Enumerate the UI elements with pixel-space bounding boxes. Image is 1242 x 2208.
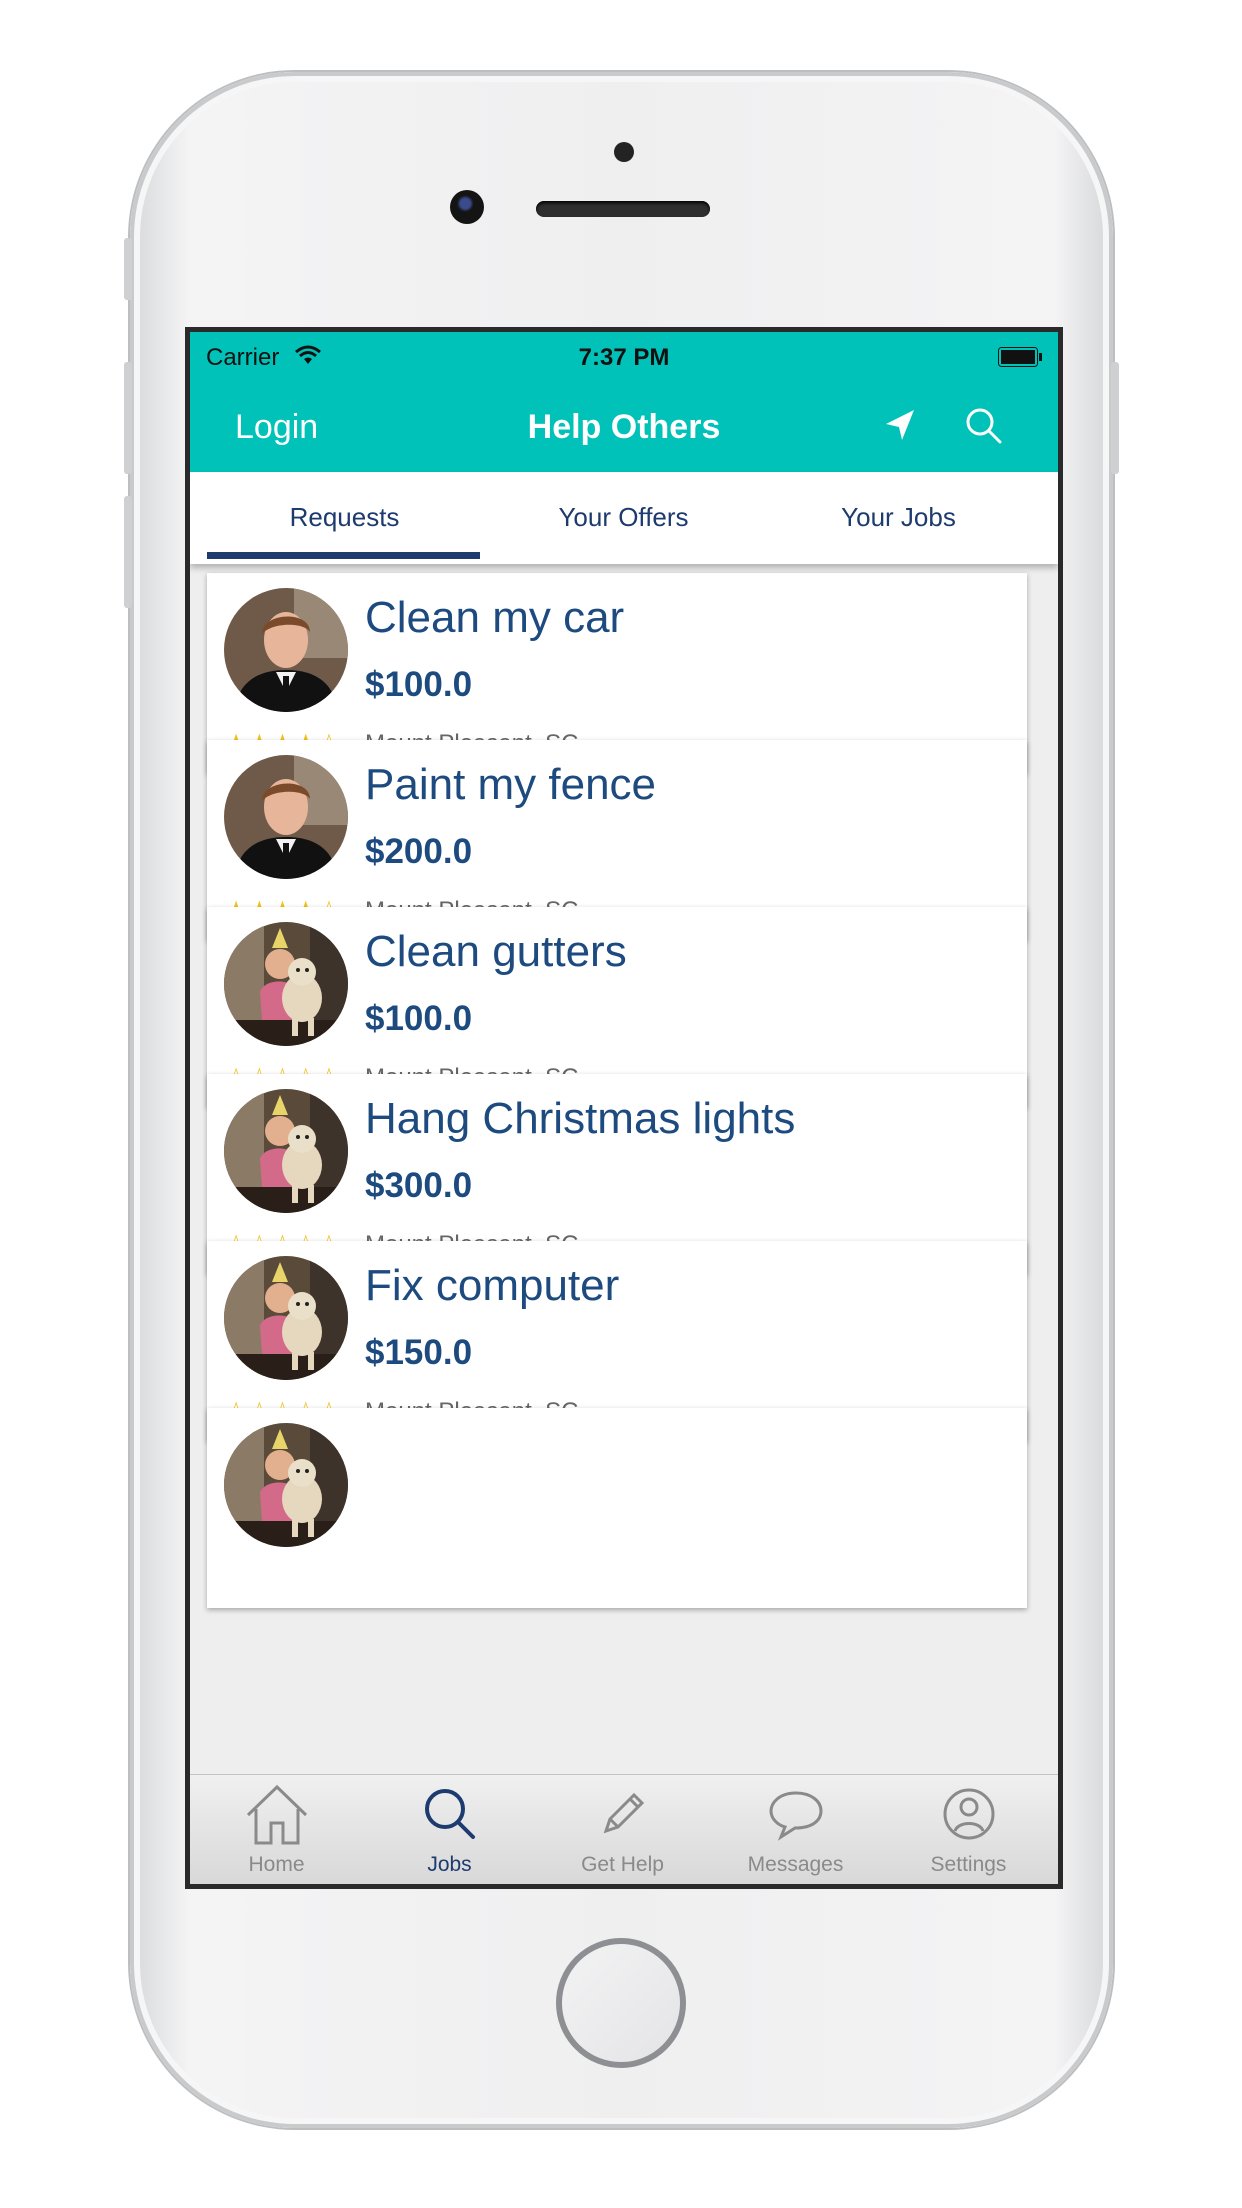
search-icon <box>425 1789 475 1839</box>
earpiece-speaker <box>536 201 710 217</box>
tab-requests[interactable]: Requests <box>200 502 489 533</box>
tab-your-offers[interactable]: Your Offers <box>479 502 768 533</box>
tab-bar-messages[interactable]: Messages <box>709 1775 882 1884</box>
tab-bar-settings[interactable]: Settings <box>882 1775 1055 1884</box>
page-title: Help Others <box>527 408 721 446</box>
app-screen: Carrier 7:37 PM Login Help Others Reques… <box>185 327 1063 1889</box>
avatar <box>224 1256 348 1380</box>
volume-up-button <box>124 362 132 474</box>
tab-bar-label: Home <box>248 1853 305 1876</box>
tab-bar-label: Settings <box>930 1853 1007 1876</box>
job-price: $150.0 <box>365 1333 473 1372</box>
job-title: Hang Christmas lights <box>365 1094 796 1143</box>
location-arrow-icon[interactable] <box>878 404 922 448</box>
home-button[interactable] <box>556 1938 686 2068</box>
job-price: $100.0 <box>365 999 473 1038</box>
mute-switch <box>124 238 132 300</box>
job-title: Paint my fence <box>365 760 657 809</box>
job-card-partial[interactable] <box>207 1408 1027 1608</box>
avatar <box>224 588 348 712</box>
clock: 7:37 PM <box>578 344 670 371</box>
avatar <box>224 1089 348 1213</box>
job-price: $300.0 <box>365 1166 473 1205</box>
tab-your-jobs[interactable]: Your Jobs <box>754 502 1043 533</box>
status-bar: Carrier 7:37 PM <box>190 332 1058 382</box>
segment-tabs: Requests Your Offers Your Jobs <box>190 472 1058 564</box>
volume-down-button <box>124 496 132 608</box>
navigation-bar: Login Help Others <box>190 382 1058 472</box>
job-title: Fix computer <box>365 1261 620 1310</box>
tab-bar-get-help[interactable]: Get Help <box>536 1775 709 1884</box>
search-icon[interactable] <box>962 404 1006 448</box>
front-camera <box>450 190 484 224</box>
proximity-sensor <box>614 142 634 162</box>
avatar <box>224 1423 348 1547</box>
tab-bar-jobs[interactable]: Jobs <box>363 1775 536 1884</box>
top-bar: Carrier 7:37 PM Login Help Others <box>190 332 1058 472</box>
job-list[interactable]: Clean my car$100.0★★★★☆Mount Pleasant, S… <box>190 564 1058 1774</box>
job-title: Clean my car <box>365 593 625 642</box>
tab-bar-label: Get Help <box>581 1853 664 1876</box>
job-price: $100.0 <box>365 665 473 704</box>
pencil-icon <box>603 1792 645 1834</box>
avatar <box>224 922 348 1046</box>
tab-bar-label: Jobs <box>427 1853 472 1876</box>
job-price: $200.0 <box>365 832 473 871</box>
home-icon <box>246 1784 308 1845</box>
battery-icon <box>998 347 1042 367</box>
power-button <box>1111 362 1119 474</box>
job-title: Clean gutters <box>365 927 627 976</box>
user-icon <box>943 1788 995 1840</box>
selected-tab-indicator <box>207 552 480 559</box>
chat-bubble-icon <box>769 1791 823 1841</box>
bottom-tab-bar: Home Jobs Get Help Messages Settings <box>190 1774 1058 1884</box>
avatar <box>224 755 348 879</box>
tab-bar-home[interactable]: Home <box>190 1775 363 1884</box>
tab-bar-label: Messages <box>747 1853 844 1876</box>
